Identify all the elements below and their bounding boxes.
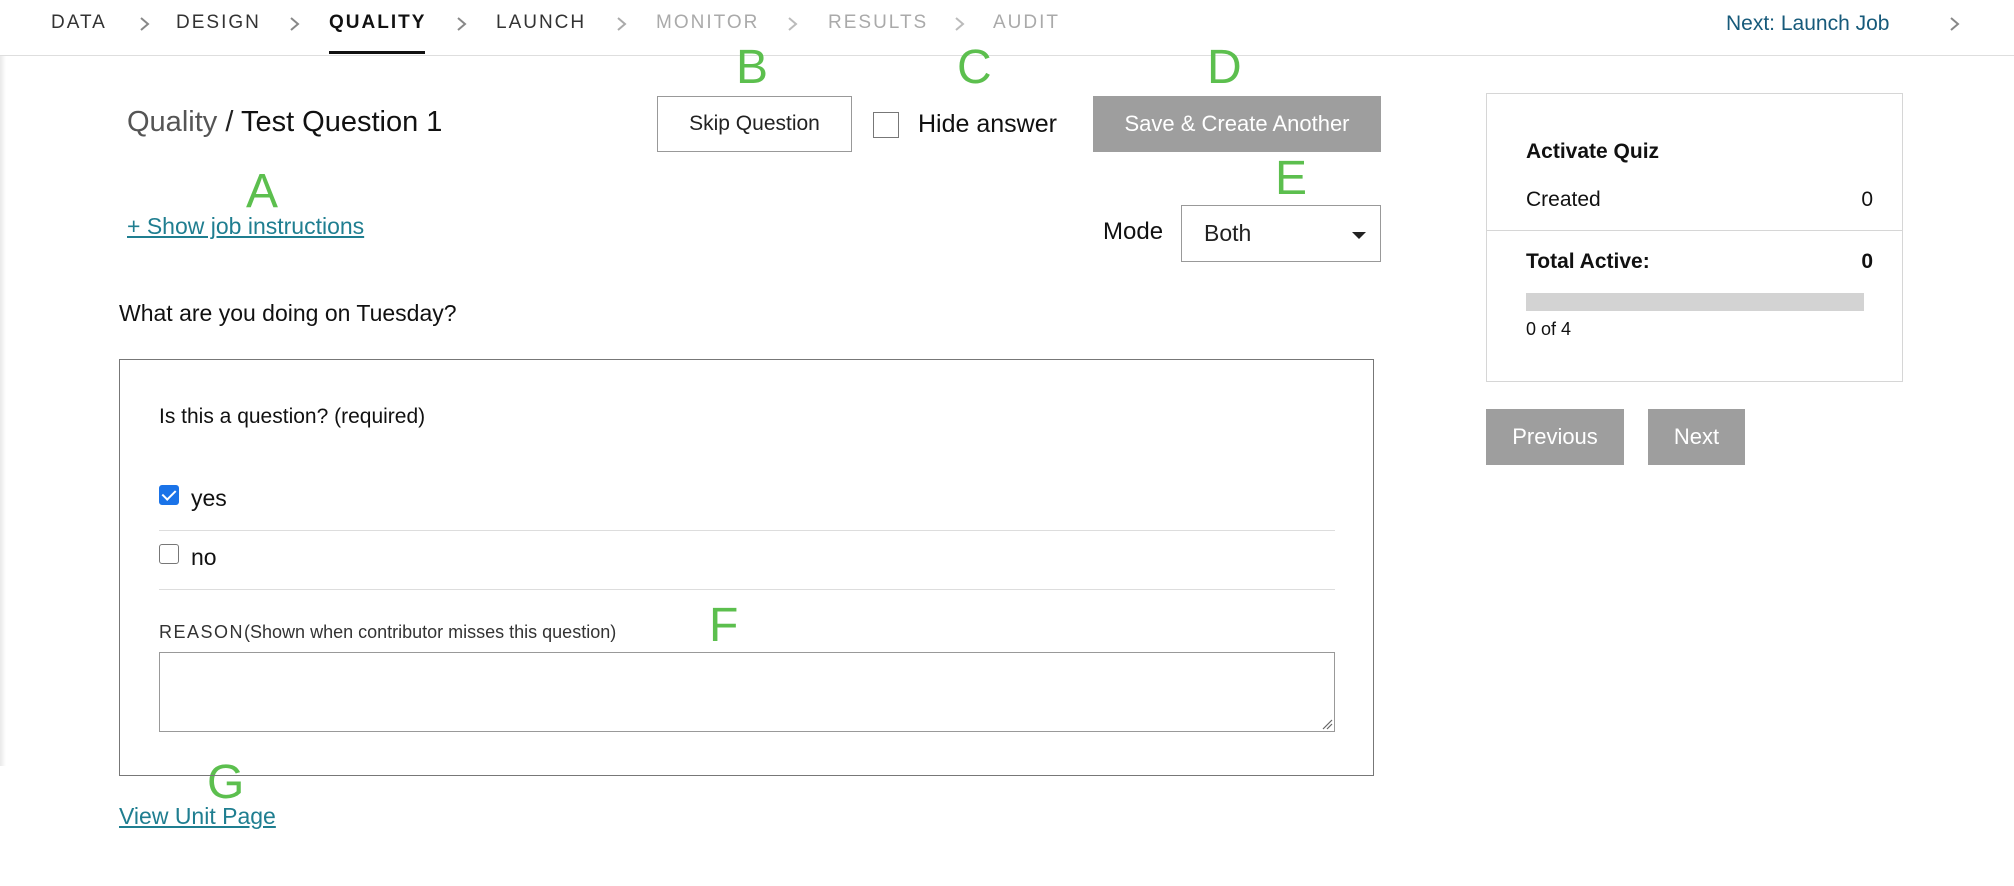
resize-handle-icon[interactable] <box>1321 718 1333 730</box>
next-button[interactable]: Next <box>1648 409 1745 465</box>
step-launch[interactable]: LAUNCH <box>496 12 586 34</box>
quiz-progress-bar <box>1526 293 1864 311</box>
active-step-indicator <box>329 51 425 54</box>
skip-question-button[interactable]: Skip Question <box>657 96 852 152</box>
quiz-progress-text: 0 of 4 <box>1526 319 1572 339</box>
save-create-another-button[interactable]: Save & Create Another <box>1093 96 1381 152</box>
option-label[interactable]: no <box>191 544 217 571</box>
reason-textarea[interactable] <box>159 652 1335 732</box>
option-divider <box>159 530 1335 531</box>
step-audit: AUDIT <box>993 12 1060 33</box>
chevron-right-icon <box>788 17 798 31</box>
reason-hint: (Shown when contributor misses this ques… <box>244 622 617 642</box>
hide-answer-checkbox[interactable] <box>873 112 899 138</box>
breadcrumb-separator: / <box>225 106 234 138</box>
chevron-right-icon <box>140 17 150 31</box>
step-data[interactable]: DATA <box>51 12 107 34</box>
option-yes[interactable]: yes <box>159 485 1335 543</box>
mode-select[interactable]: Both <box>1181 205 1381 262</box>
breadcrumb-current: Test Question 1 <box>240 106 443 138</box>
step-design[interactable]: DESIGN <box>176 12 261 34</box>
breadcrumb: Quality / Test Question 1 <box>127 106 442 139</box>
activate-quiz-panel: Activate Quiz Created 0 Total Active: 0 … <box>1486 93 1903 382</box>
option-divider <box>159 589 1335 590</box>
breadcrumb-parent[interactable]: Quality <box>127 106 217 138</box>
question-prompt: Is this a question? (required) <box>159 405 426 428</box>
annotation-label: B <box>736 41 769 94</box>
quiz-divider <box>1487 230 1902 231</box>
quiz-created-label: Created <box>1526 188 1601 211</box>
annotation-label: E <box>1275 152 1308 205</box>
step-quality[interactable]: QUALITY <box>329 12 426 34</box>
hide-answer-label[interactable]: Hide answer <box>918 110 1057 139</box>
quiz-total-value: 0 <box>1861 250 1873 273</box>
chevron-right-icon <box>617 17 627 31</box>
annotation-label: A <box>246 165 279 218</box>
chevron-right-icon <box>290 17 300 31</box>
step-nav: DATA DESIGN QUALITY LAUNCH MONITOR RESUL… <box>0 0 2014 56</box>
quiz-title: Activate Quiz <box>1526 140 1660 163</box>
option-no[interactable]: no <box>159 544 1335 602</box>
mode-selected-value: Both <box>1204 220 1252 246</box>
step-monitor: MONITOR <box>656 12 760 33</box>
unit-question-title: What are you doing on Tuesday? <box>119 300 457 326</box>
previous-button[interactable]: Previous <box>1486 409 1624 465</box>
mode-label: Mode <box>1103 218 1164 245</box>
chevron-right-icon[interactable] <box>1948 10 1962 38</box>
option-checkbox[interactable] <box>159 544 179 564</box>
chevron-right-icon <box>457 17 467 31</box>
annotation-label: C <box>957 41 992 94</box>
left-edge-shadow <box>0 56 6 766</box>
quiz-created-value: 0 <box>1861 188 1873 211</box>
reason-label-caps: REASON <box>159 622 245 642</box>
annotation-label: D <box>1207 41 1242 94</box>
quiz-total-label: Total Active: <box>1526 250 1650 273</box>
option-checkbox-checked[interactable] <box>159 485 179 505</box>
option-label[interactable]: yes <box>191 485 227 512</box>
next-launch-job-link[interactable]: Next: Launch Job <box>1726 12 1889 36</box>
chevron-right-icon <box>955 17 965 31</box>
question-card: Is this a question? (required) yes no RE… <box>119 359 1374 776</box>
step-results: RESULTS <box>828 12 929 33</box>
caret-down-icon <box>1352 232 1366 239</box>
view-unit-page-link[interactable]: View Unit Page <box>119 803 276 830</box>
show-job-instructions-link[interactable]: + Show job instructions <box>127 213 364 240</box>
reason-label: REASON(Shown when contributor misses thi… <box>159 622 616 643</box>
